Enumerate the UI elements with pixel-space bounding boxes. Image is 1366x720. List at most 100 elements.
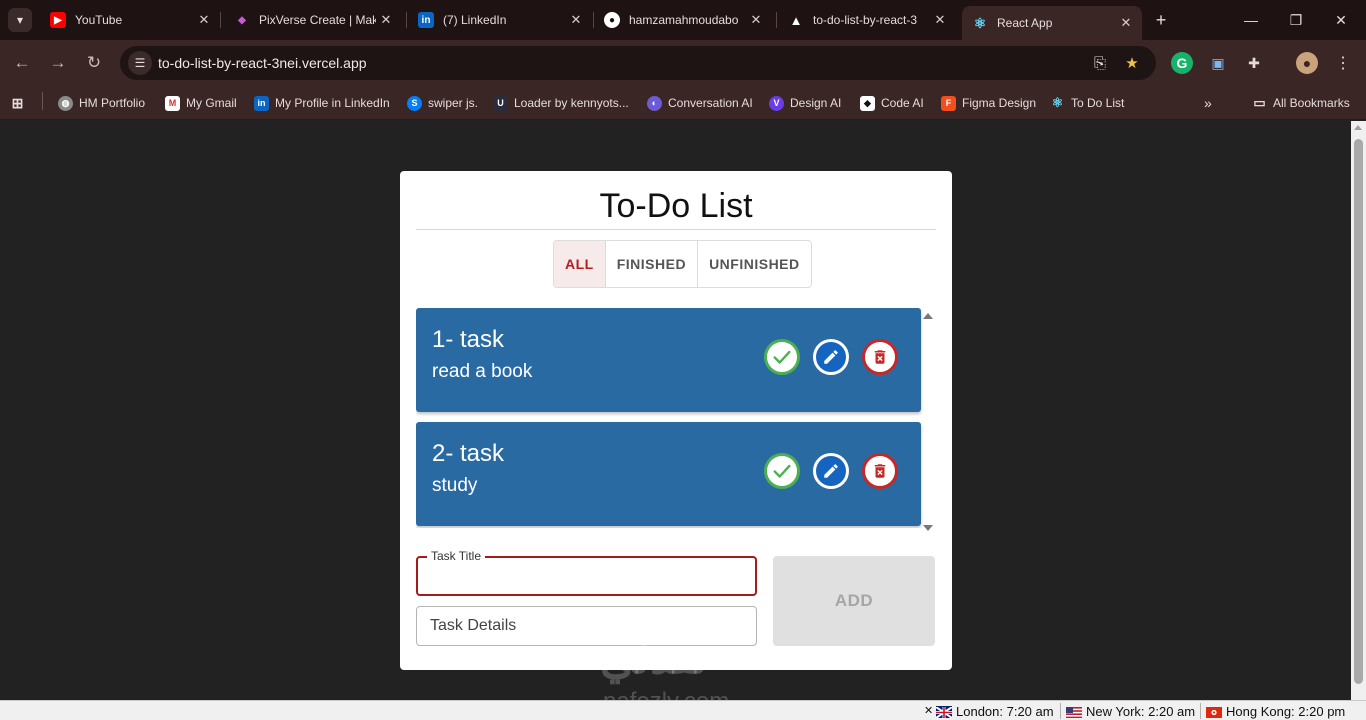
- tab-separator: [220, 12, 221, 28]
- tab-github[interactable]: ● hamzamahmoudabo ✕: [594, 6, 772, 34]
- globe-icon: ◍: [58, 95, 73, 111]
- add-button[interactable]: ADD: [773, 556, 935, 646]
- forward-button[interactable]: →: [46, 51, 70, 75]
- github-icon: ●: [604, 12, 620, 28]
- clock-label: New York: 2:20 am: [1086, 704, 1196, 719]
- reload-button[interactable]: ↻: [82, 51, 106, 75]
- edit-button[interactable]: [813, 339, 849, 375]
- youtube-icon: ▶: [50, 12, 66, 28]
- vercel-icon: ▲: [789, 12, 803, 28]
- list-scroll-up-arrow[interactable]: [923, 313, 933, 319]
- menu-icon[interactable]: ⋮: [1332, 52, 1354, 74]
- close-icon[interactable]: ✕: [194, 12, 214, 28]
- bookmark-swiper[interactable]: S swiper js.: [407, 92, 478, 114]
- task-card: 1- task read a book: [416, 308, 921, 412]
- avatar[interactable]: ●: [1296, 52, 1318, 74]
- tab-search-button[interactable]: ▾: [8, 8, 32, 32]
- bookmark-linkedin[interactable]: in My Profile in LinkedIn: [254, 92, 390, 114]
- bookmarks-bar: ⊞ ◍ HM Portfolio M My Gmail in My Profil…: [0, 86, 1366, 120]
- clock-label: London: 7:20 am: [956, 704, 1054, 719]
- address-bar[interactable]: ☰ to-do-list-by-react-3nei.vercel.app ⎘ …: [120, 46, 1156, 80]
- watermark-arabic: نفذلي: [600, 634, 708, 683]
- tab-label: PixVerse Create | Mak: [259, 13, 376, 27]
- puzzle-icon[interactable]: ✚: [1243, 52, 1265, 74]
- window-close-button[interactable]: ✕: [1320, 6, 1362, 34]
- site-info-icon[interactable]: ☰: [128, 51, 152, 75]
- figma-icon: F: [941, 95, 956, 111]
- clock-new-york: New York: 2:20 am: [1066, 704, 1195, 719]
- tab-separator: [406, 12, 407, 28]
- complete-button[interactable]: [764, 339, 800, 375]
- close-icon[interactable]: ✕: [566, 12, 586, 28]
- bookmark-code-ai[interactable]: ◆ Code AI: [860, 92, 924, 114]
- trash-icon: [874, 350, 886, 364]
- all-bookmarks-button[interactable]: ▭ All Bookmarks: [1252, 92, 1349, 114]
- clock-label: Hong Kong: 2:20 pm: [1226, 704, 1346, 719]
- tab-linkedin[interactable]: in (7) LinkedIn ✕: [408, 6, 592, 34]
- minimize-button[interactable]: —: [1230, 6, 1272, 34]
- restore-button[interactable]: ❐: [1275, 6, 1317, 34]
- star-icon[interactable]: ★: [1122, 53, 1142, 73]
- check-icon: [773, 350, 791, 364]
- tab-pixverse[interactable]: ◆ PixVerse Create | Mak ✕: [224, 6, 402, 34]
- clock-hong-kong: Hong Kong: 2:20 pm: [1206, 704, 1345, 719]
- complete-button[interactable]: [764, 453, 800, 489]
- url-text[interactable]: to-do-list-by-react-3nei.vercel.app: [158, 55, 367, 71]
- tab-label: hamzamahmoudabo: [629, 13, 739, 27]
- close-icon[interactable]: ✕: [930, 12, 950, 28]
- react-icon: ⚛: [1051, 95, 1064, 110]
- check-icon: [773, 464, 791, 478]
- task-list[interactable]: 1- task read a book 2- task study: [416, 308, 938, 528]
- bookmark-to-do-list[interactable]: ⚛ To Do List: [1050, 92, 1125, 114]
- bookmark-label: To Do List: [1071, 96, 1125, 110]
- page-scrollbar[interactable]: [1351, 121, 1366, 700]
- back-button[interactable]: ←: [10, 51, 34, 75]
- install-app-icon[interactable]: ⎘: [1090, 53, 1110, 73]
- scroll-up-arrow[interactable]: [1354, 125, 1362, 130]
- bookmark-loader[interactable]: U Loader by kennyots...: [493, 92, 629, 114]
- grid-icon: ⊞: [11, 94, 24, 111]
- clock-london: London: 7:20 am: [935, 704, 1054, 719]
- gmail-icon: M: [165, 95, 180, 111]
- bookmark-figma[interactable]: F Figma Design: [941, 92, 1036, 114]
- trash-icon: [874, 464, 886, 478]
- close-icon[interactable]: ✕: [376, 12, 396, 28]
- bookmark-design-ai[interactable]: V Design AI: [769, 92, 841, 114]
- bookmark-hm-portfolio[interactable]: ◍ HM Portfolio: [58, 92, 145, 114]
- close-icon[interactable]: ✕: [746, 12, 766, 28]
- more-bookmarks-icon[interactable]: »: [1204, 92, 1212, 114]
- clock-separator: [1200, 703, 1201, 719]
- bookmark-label: My Gmail: [186, 96, 237, 110]
- bookmark-label: Conversation AI: [668, 96, 753, 110]
- new-tab-button[interactable]: +: [1150, 8, 1172, 32]
- grammarly-icon[interactable]: G: [1171, 52, 1193, 74]
- task-title-input[interactable]: Task Title: [416, 549, 757, 596]
- tab-react-app[interactable]: ⚛ React App ✕: [962, 6, 1142, 40]
- edit-button[interactable]: [813, 453, 849, 489]
- extension-icon[interactable]: ▣: [1207, 52, 1229, 74]
- tab-label: YouTube: [75, 13, 123, 27]
- delete-button[interactable]: [862, 339, 898, 375]
- tab-strip: ▾ ▶ YouTube ✕ ◆ PixVerse Create | Mak ✕ …: [0, 0, 1366, 40]
- scroll-thumb[interactable]: [1354, 139, 1363, 684]
- clock-close-icon[interactable]: ✕: [924, 704, 933, 717]
- close-icon[interactable]: ✕: [1116, 15, 1136, 31]
- delete-button[interactable]: [862, 453, 898, 489]
- linkedin-icon: in: [418, 12, 434, 28]
- bookmark-label: My Profile in LinkedIn: [275, 96, 390, 110]
- tab-vercel[interactable]: ▲ to-do-list-by-react-3 ✕: [778, 6, 956, 34]
- folder-icon: ▭: [1253, 95, 1266, 110]
- tab-youtube[interactable]: ▶ YouTube ✕: [40, 6, 220, 34]
- filter-all-button[interactable]: ALL: [554, 241, 606, 287]
- pencil-icon: [824, 464, 838, 478]
- conversation-ai-icon: ◐: [647, 95, 662, 111]
- bookmark-my-gmail[interactable]: M My Gmail: [165, 92, 237, 114]
- filter-unfinished-button[interactable]: UNFINISHED: [698, 241, 811, 287]
- task-details: read a book: [432, 361, 533, 382]
- uiverse-icon: U: [493, 95, 508, 111]
- filter-finished-button[interactable]: FINISHED: [605, 241, 699, 287]
- bookmark-conversation-ai[interactable]: ◐ Conversation AI: [647, 92, 753, 114]
- apps-icon[interactable]: ⊞: [10, 92, 31, 114]
- list-scroll-down-arrow[interactable]: [923, 525, 933, 531]
- tab-label: to-do-list-by-react-3: [813, 13, 918, 27]
